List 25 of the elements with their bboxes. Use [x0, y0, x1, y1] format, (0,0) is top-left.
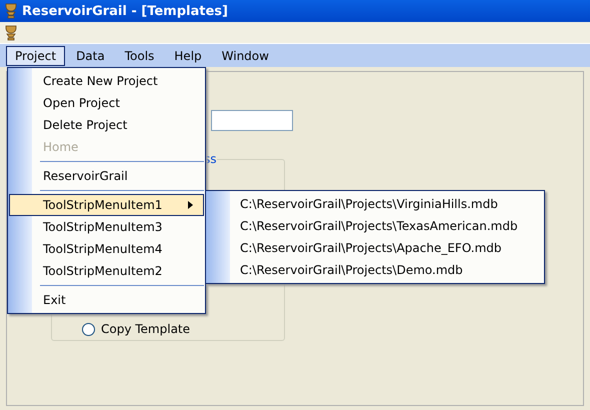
menu-item[interactable]: ToolStripMenuItem3	[9, 216, 204, 238]
arrow-icon	[188, 201, 193, 209]
menu-item[interactable]: C:\ReservoirGrail\Projects\VirginiaHills.mdb	[206, 193, 544, 215]
menu-item[interactable]: ToolStripMenuItem2	[9, 260, 204, 282]
window-title: ReservoirGrail - [Templates]	[22, 4, 228, 18]
radio-button[interactable]	[82, 322, 95, 336]
menu-item[interactable]: ReservoirGrail	[9, 165, 204, 187]
menu-item[interactable]: ToolStripMenuItem4	[9, 238, 204, 260]
menu-item[interactable]: Delete Project	[9, 114, 204, 136]
text-field[interactable]	[211, 110, 293, 131]
radio-label: Copy Template	[101, 322, 190, 336]
menu-item[interactable]: Create New Project	[9, 70, 204, 92]
menu-item[interactable]: Data	[67, 46, 114, 66]
app-icon	[4, 3, 18, 19]
menu-item[interactable]: Window	[212, 46, 278, 66]
menu-item[interactable]: Project	[6, 46, 66, 66]
menu-item[interactable]: C:\ReservoirGrail\Projects\Demo.mdb	[206, 259, 544, 281]
menu-item[interactable]: ToolStripMenuItem1	[9, 194, 204, 216]
menu-item[interactable]: Open Project	[9, 92, 204, 114]
trophy-icon	[4, 24, 18, 40]
menu-item[interactable]: C:\ReservoirGrail\Projects\TexasAmerican.mdb	[206, 215, 544, 237]
menu-item[interactable]: Help	[165, 46, 211, 66]
menu-item[interactable]: C:\ReservoirGrail\Projects\Apache_EFO.mdb	[206, 237, 544, 259]
menu-item[interactable]: Exit	[9, 289, 204, 311]
menu-item[interactable]: Tools	[116, 46, 164, 66]
